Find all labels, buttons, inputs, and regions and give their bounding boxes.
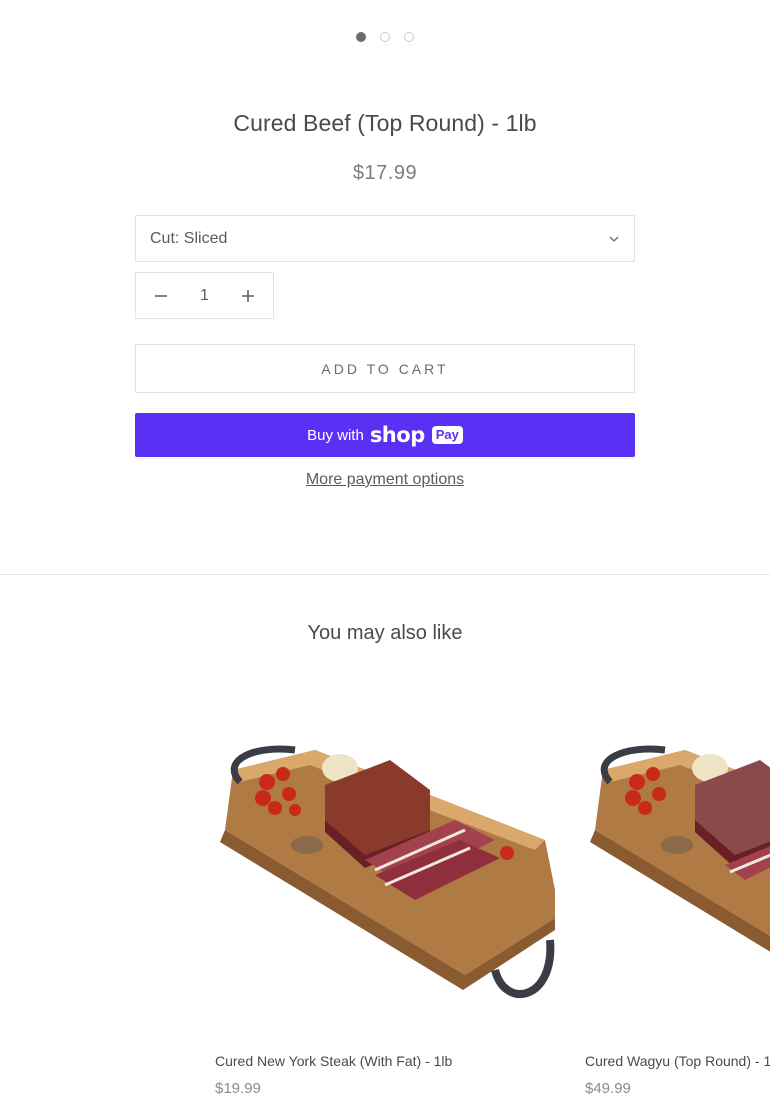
recommended-product-card-1[interactable]: Cured New York Steak (With Fat) - 1lb $1… <box>215 690 560 1097</box>
product-title: Cured Beef (Top Round) - 1lb <box>233 110 537 136</box>
shop-pay-button[interactable]: Buy with shop Pay <box>135 413 635 457</box>
minus-icon <box>155 294 167 297</box>
recommended-product-name[interactable]: Cured Wagyu (Top Round) - 1lb <box>585 1053 770 1069</box>
quantity-stepper: 1 <box>135 272 274 319</box>
product-image[interactable] <box>585 690 770 1030</box>
variant-select[interactable]: Cut: Sliced <box>135 215 635 262</box>
product-page: Cured Beef (Top Round) - 1lb $17.99 Cut:… <box>0 0 770 1097</box>
carousel-dot-2[interactable] <box>380 32 390 42</box>
product-price: $17.99 <box>352 162 418 184</box>
carousel-dots <box>0 32 770 42</box>
recommended-product-card-2[interactable]: Cured Wagyu (Top Round) - 1lb $49.99 <box>585 690 770 1097</box>
more-payment-options-link[interactable]: More payment options <box>0 471 770 489</box>
recommended-product-name[interactable]: Cured New York Steak (With Fat) - 1lb <box>215 1053 452 1069</box>
section-divider <box>0 574 770 575</box>
carousel-dot-1[interactable] <box>356 32 366 42</box>
quantity-decrease-button[interactable] <box>136 273 186 318</box>
chevron-down-icon <box>609 236 619 242</box>
recommendations-heading: You may also like <box>307 622 463 644</box>
quantity-increase-button[interactable] <box>223 273 273 318</box>
carousel-dot-3[interactable] <box>404 32 414 42</box>
add-to-cart-button[interactable]: ADD TO CART <box>135 344 635 393</box>
shop-pay-logo-pay: Pay <box>431 426 463 444</box>
shop-pay-logo-shop: shop <box>369 423 425 447</box>
quantity-input[interactable]: 1 <box>186 287 223 305</box>
plus-icon <box>242 289 254 302</box>
recommended-product-price: $49.99 <box>585 1080 631 1097</box>
variant-select-label: Cut: Sliced <box>150 229 228 247</box>
product-image[interactable] <box>215 690 560 1030</box>
recommended-product-price: $19.99 <box>215 1080 261 1097</box>
shop-pay-buy-with-label: Buy with <box>307 426 364 444</box>
